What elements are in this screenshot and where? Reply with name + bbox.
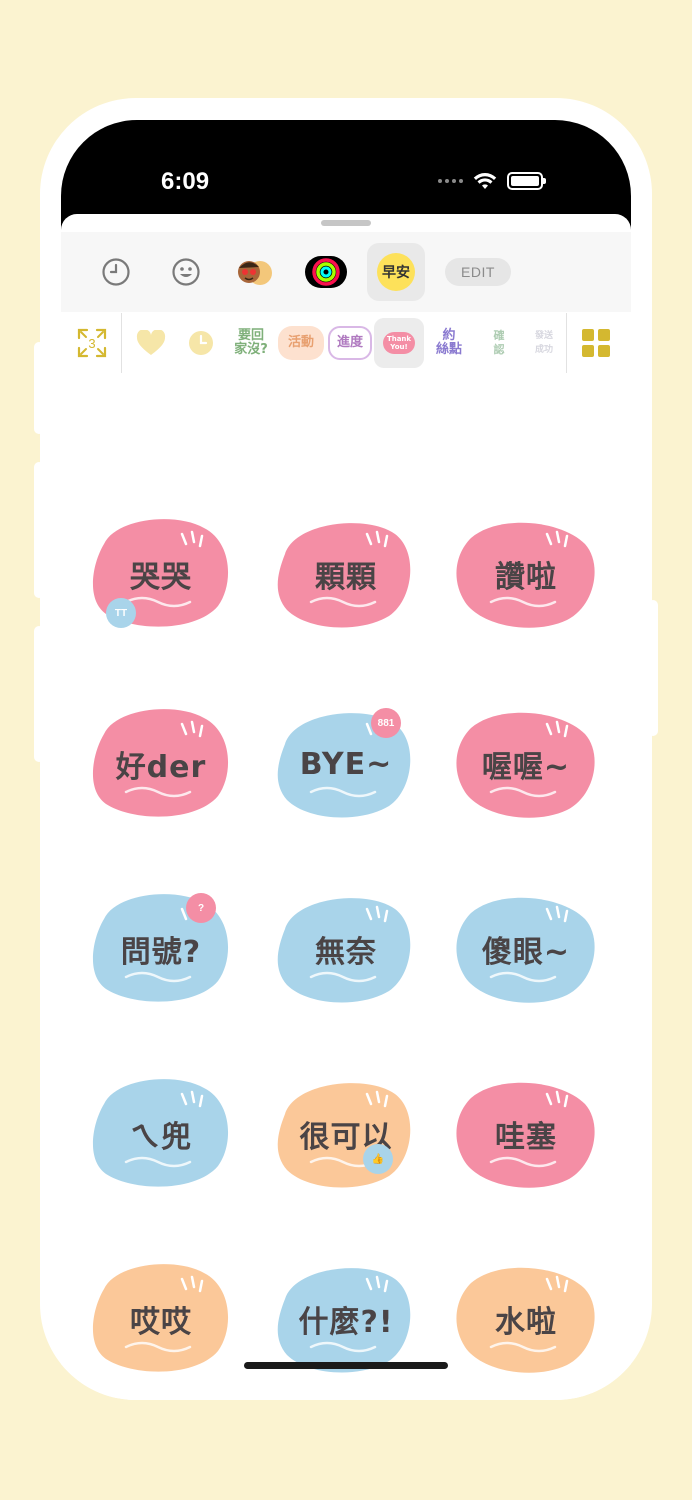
smiley-icon bbox=[172, 258, 200, 286]
sticker-pack-4[interactable]: Thank You! bbox=[374, 318, 424, 368]
pack-label: 確 認 bbox=[493, 329, 505, 356]
sticker[interactable]: 哎哎 bbox=[86, 1259, 236, 1379]
sticker[interactable]: ㄟ兜 bbox=[86, 1074, 236, 1194]
sticker-label: 什麼?! bbox=[298, 1305, 394, 1340]
memoji-button[interactable] bbox=[221, 242, 291, 302]
sticker[interactable]: 很可以 👍 bbox=[271, 1074, 421, 1194]
sticker-label: 喔喔~ bbox=[481, 750, 571, 785]
pack-label: 要回 家沒? bbox=[234, 328, 268, 357]
sticker-label: 好der bbox=[115, 750, 207, 785]
sticker-label: 傻眼~ bbox=[481, 935, 571, 970]
heart-icon bbox=[136, 330, 166, 355]
sticker-pack-2[interactable]: 活動 bbox=[278, 326, 324, 360]
sticker-pack-1[interactable]: 要回 家沒? bbox=[226, 318, 276, 368]
status-time: 6:09 bbox=[161, 168, 210, 195]
imessage-app-row: 早安 EDIT bbox=[61, 232, 631, 312]
expand-button[interactable]: 3 bbox=[67, 318, 117, 368]
recent-clock-icon bbox=[189, 331, 213, 355]
sticker-label: ㄟ兜 bbox=[130, 1120, 192, 1155]
status-icons bbox=[438, 172, 546, 190]
activity-button[interactable] bbox=[291, 242, 361, 302]
sticker[interactable]: BYE~ 881 bbox=[271, 704, 421, 824]
sticker-label: 問號? bbox=[120, 935, 202, 970]
sticker-pack-3[interactable]: 進度 bbox=[328, 326, 372, 360]
battery-icon bbox=[507, 172, 546, 190]
sticker-badge: ? bbox=[186, 893, 216, 923]
sticker-pack-5[interactable]: 約 絲點 bbox=[424, 318, 474, 368]
sticker-app-button[interactable]: 早安 bbox=[367, 243, 425, 301]
pack-label: 約 絲點 bbox=[435, 328, 462, 357]
recent-pack[interactable] bbox=[176, 318, 226, 368]
activity-rings-icon bbox=[305, 256, 347, 288]
sticker-label: 無奈 bbox=[315, 935, 377, 970]
sticker-label: BYE~ bbox=[299, 746, 393, 782]
sticker-pack-7[interactable]: 發送 成功 bbox=[524, 318, 564, 368]
sticker-label: 哭哭 bbox=[130, 560, 192, 595]
wifi-icon bbox=[473, 173, 497, 189]
sticker-badge: 881 bbox=[371, 708, 401, 738]
edit-button[interactable]: EDIT bbox=[445, 258, 511, 286]
expand-icon: 3 bbox=[77, 328, 107, 358]
sticker-label: 讚啦 bbox=[495, 560, 557, 595]
sticker[interactable]: 什麼?! bbox=[271, 1259, 421, 1379]
favorites-pack[interactable] bbox=[126, 318, 176, 368]
phone-frame: 6:09 早安 EDIT 3 要回 家沒? 活動 進度 Thank You! 約… bbox=[40, 98, 652, 1400]
sticker-pack-row: 3 要回 家沒? 活動 進度 Thank You! 約 絲點 確 認 發送 成功 bbox=[61, 312, 631, 374]
sticker[interactable]: 水啦 bbox=[451, 1259, 601, 1379]
emoji-button[interactable] bbox=[151, 242, 221, 302]
sticker[interactable]: 哇塞 bbox=[451, 1074, 601, 1194]
signal-icon bbox=[438, 179, 463, 183]
sticker[interactable]: 顆顆 bbox=[271, 514, 421, 634]
pack-label: 進度 bbox=[336, 335, 363, 350]
pack-label: Thank You! bbox=[382, 332, 416, 354]
sticker-badge: 👍 bbox=[363, 1144, 393, 1174]
clock-icon bbox=[102, 258, 130, 286]
sticker-label: 哇塞 bbox=[495, 1120, 557, 1155]
grid-icon bbox=[582, 329, 610, 357]
drawer-grabber[interactable] bbox=[321, 220, 371, 226]
pack-label: 發送 成功 bbox=[534, 331, 553, 355]
sticker-label: 水啦 bbox=[495, 1305, 557, 1340]
sticker-label: 顆顆 bbox=[315, 560, 377, 595]
sticker-app-label: 早安 bbox=[382, 265, 410, 281]
pack-label: 活動 bbox=[287, 335, 314, 350]
sticker[interactable]: 讚啦 bbox=[451, 514, 601, 634]
memoji-icon bbox=[238, 261, 272, 285]
recent-button[interactable] bbox=[81, 242, 151, 302]
sticker-badge: TT bbox=[106, 598, 136, 628]
sticker[interactable]: 問號?? bbox=[86, 889, 236, 1009]
sticker-drawer: 早安 EDIT 3 要回 家沒? 活動 進度 Thank You! 約 絲點 確… bbox=[61, 214, 631, 1400]
sticker-label: 哎哎 bbox=[130, 1305, 192, 1340]
sticker[interactable]: 哭哭 TT bbox=[86, 514, 236, 634]
sticker[interactable]: 無奈 bbox=[271, 889, 421, 1009]
sticker[interactable]: 喔喔~ bbox=[451, 704, 601, 824]
home-indicator[interactable] bbox=[244, 1362, 448, 1369]
sticker-grid-button[interactable] bbox=[571, 318, 621, 368]
pack-divider bbox=[121, 313, 122, 373]
sticker[interactable]: 好der bbox=[86, 704, 236, 824]
sticker[interactable]: 傻眼~ bbox=[451, 889, 601, 1009]
svg-text:3: 3 bbox=[88, 336, 95, 351]
pack-divider bbox=[566, 313, 567, 373]
sticker-pack-6[interactable]: 確 認 bbox=[474, 318, 524, 368]
